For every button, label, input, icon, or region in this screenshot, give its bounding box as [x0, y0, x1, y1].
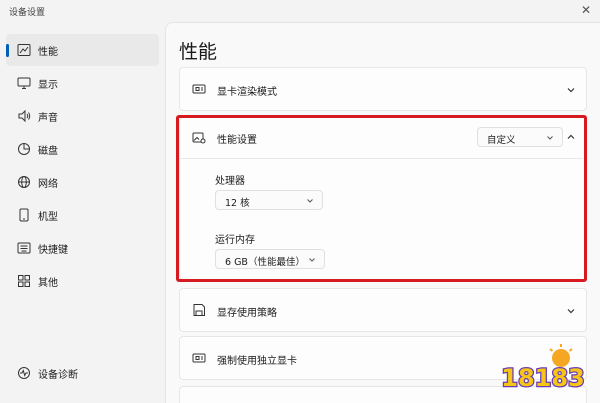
- gpu-render-mode-card[interactable]: 显卡渲染模式: [179, 67, 587, 111]
- speaker-icon: [18, 109, 31, 123]
- sidebar-item-performance[interactable]: 性能: [6, 34, 159, 66]
- sidebar-item-network[interactable]: 网络: [6, 166, 159, 198]
- force-dedicated-gpu-label: 强制使用独立显卡: [217, 356, 297, 367]
- performance-chart-icon: [17, 44, 31, 56]
- disk-pie-icon: [18, 143, 30, 155]
- sidebar-item-label: 其他: [38, 278, 58, 289]
- sidebar-item-label: 显示: [38, 80, 58, 91]
- svg-text:18183: 18183: [501, 364, 585, 392]
- window-title: 设备设置: [9, 8, 46, 18]
- sidebar-item-label: 机型: [38, 212, 58, 223]
- sidebar-item-disk[interactable]: 磁盘: [6, 133, 159, 165]
- sidebar-item-label: 快捷键: [38, 245, 68, 256]
- highlight-box: [176, 115, 587, 282]
- gpu-card-icon: [192, 353, 206, 363]
- sidebar-item-sound[interactable]: 声音: [6, 100, 159, 132]
- grid-icon: [18, 275, 30, 287]
- sidebar-item-display[interactable]: 显示: [6, 67, 159, 99]
- chevron-down-icon[interactable]: [566, 85, 576, 95]
- title-bar: 设备设置 ✕: [0, 0, 600, 22]
- storage-strategy-card[interactable]: 显存使用策略: [179, 288, 587, 332]
- sidebar-item-label: 性能: [38, 47, 58, 58]
- close-icon[interactable]: ✕: [581, 3, 591, 17]
- monitor-icon: [17, 77, 31, 89]
- device-icon: [19, 208, 29, 222]
- keyboard-icon: [17, 242, 31, 254]
- sidebar: 性能 显示 声音 磁盘 网络 机型 快捷键 其他 设备诊断: [0, 32, 165, 403]
- sidebar-item-model[interactable]: 机型: [6, 199, 159, 231]
- storage-strategy-label: 显存使用策略: [217, 308, 277, 319]
- globe-icon: [18, 176, 30, 188]
- save-icon: [193, 304, 205, 316]
- sidebar-item-diagnostics[interactable]: 设备诊断: [6, 357, 159, 389]
- sidebar-item-label: 声音: [38, 113, 58, 124]
- diagnostics-icon: [18, 367, 30, 379]
- sidebar-item-other[interactable]: 其他: [6, 265, 159, 297]
- gpu-card-icon: [192, 84, 206, 94]
- site-logo-watermark: 18183: [500, 344, 586, 393]
- sidebar-item-label: 设备诊断: [38, 370, 78, 381]
- gpu-render-mode-label: 显卡渲染模式: [217, 87, 277, 98]
- page-title: 性能: [179, 41, 218, 63]
- chevron-down-icon[interactable]: [566, 306, 576, 316]
- sidebar-item-shortcuts[interactable]: 快捷键: [6, 232, 159, 264]
- sidebar-item-label: 磁盘: [38, 146, 58, 157]
- sidebar-item-label: 网络: [38, 179, 58, 190]
